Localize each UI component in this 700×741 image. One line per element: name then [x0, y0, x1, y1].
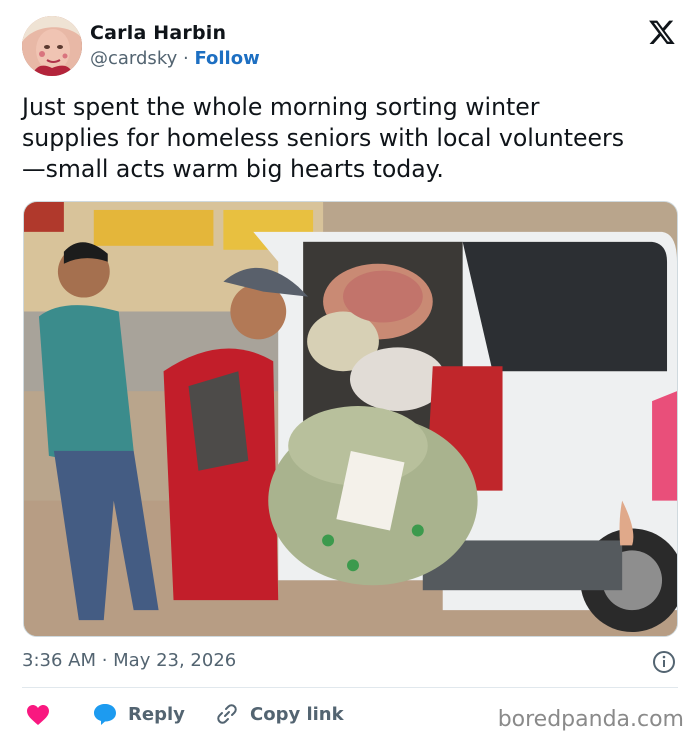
tweet-header: Carla Harbin @cardsky · Follow [22, 16, 682, 78]
tweet-text-line-1: Just spent the whole morning sorting win… [22, 93, 540, 121]
tweet-text-line-3: —small acts warm big hearts today. [22, 155, 444, 183]
like-button[interactable] [26, 704, 50, 726]
copy-link-label: Copy link [250, 703, 344, 725]
reply-bubble-icon [94, 704, 116, 725]
watermark: boredpanda.com [497, 707, 684, 732]
heart-icon [27, 705, 49, 725]
tweet-photo[interactable] [23, 201, 678, 637]
tweet-timestamp[interactable]: 3:36 AM · May 23, 2026 [22, 650, 236, 671]
avatar[interactable] [22, 16, 82, 76]
tweet-text: Just spent the whole morning sorting win… [22, 92, 682, 185]
tweet-text-line-2: supplies for homeless seniors with local… [22, 124, 625, 152]
follow-button[interactable]: Follow [194, 48, 259, 69]
separator-dot: · [182, 48, 189, 69]
divider [22, 687, 678, 688]
author-handle[interactable]: @cardsky [90, 48, 177, 69]
info-icon[interactable] [652, 650, 676, 674]
copy-link-button[interactable]: Copy link [214, 702, 344, 726]
reply-button[interactable]: Reply [92, 702, 185, 726]
x-logo-icon[interactable] [648, 18, 676, 46]
link-icon [217, 704, 237, 724]
reply-label: Reply [128, 703, 185, 725]
author-name[interactable]: Carla Harbin [90, 22, 226, 44]
author-handle-row: @cardsky · Follow [90, 48, 260, 69]
